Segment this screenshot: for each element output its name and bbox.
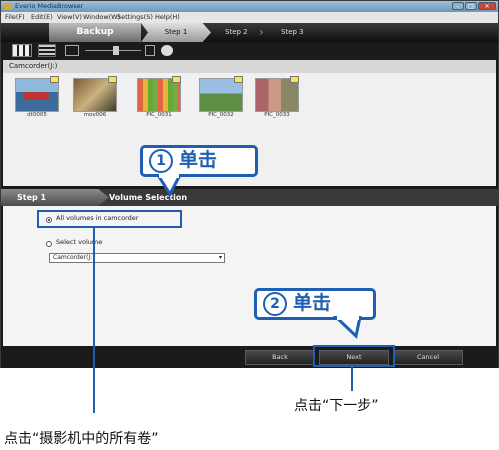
step-number-1: 1 — [149, 148, 173, 173]
maximize-button[interactable]: □ — [465, 2, 477, 10]
select-volume-radio[interactable] — [46, 241, 52, 247]
page-title: Backup — [49, 23, 141, 42]
close-button[interactable]: ✕ — [478, 2, 496, 10]
window-title: Everio MediaBrowser — [15, 2, 84, 10]
instruction-all-volumes: 点击“摄影机中的所有卷” — [4, 431, 159, 447]
app-window: Everio MediaBrowser – □ ✕ File(F) Edit(E… — [0, 0, 499, 368]
chevron-down-icon: ▾ — [218, 254, 222, 261]
chevron-right-icon: › — [259, 25, 264, 39]
next-button-highlight — [313, 345, 395, 367]
thumbnail-caption: PIC_0032 — [208, 112, 234, 118]
step-header: Backup Step 1 Step 2 › Step 3 — [1, 23, 498, 42]
step-crumb-1: Step 1 — [141, 23, 211, 42]
grid-view-icon[interactable] — [12, 44, 32, 57]
menu-file[interactable]: File(F) — [5, 12, 25, 23]
list-view-icon[interactable] — [38, 44, 56, 57]
thumbnail-caption: PIC_0033 — [264, 112, 290, 118]
minimize-button[interactable]: – — [452, 2, 464, 10]
all-volumes-highlight — [37, 210, 182, 228]
step-label: Step 1 — [1, 189, 109, 206]
volume-dropdown[interactable]: Camcorder(J:) ▾ — [49, 253, 225, 263]
callout-1-text: 单击 — [179, 149, 218, 171]
thumbnail-large-icon[interactable] — [145, 45, 155, 56]
step-crumb-2: Step 2 — [225, 28, 248, 36]
preview-icon[interactable] — [161, 45, 173, 56]
callout-2-text: 单击 — [293, 292, 332, 314]
callout-click-1: 1 单击 — [140, 145, 258, 177]
menu-help[interactable]: Help(H) — [155, 12, 180, 23]
callout-1-pointer — [155, 174, 183, 197]
step-crumb-3: Step 3 — [281, 28, 304, 36]
menu-edit[interactable]: Edit(E) — [31, 12, 53, 23]
step-title-bar: Step 1 Volume Selection — [1, 189, 498, 206]
thumbnail-caption: mov006 — [83, 112, 107, 118]
leader-line-all-volumes — [93, 228, 95, 413]
menu-bar: File(F) Edit(E) View(V) Window(W) Settin… — [1, 12, 498, 23]
thumbnail-caption: dt0005 — [27, 112, 47, 118]
toolbar — [1, 42, 498, 60]
menu-settings[interactable]: Settings(S) — [117, 12, 153, 23]
app-icon — [4, 3, 12, 10]
thumbnail-caption: PIC_0031 — [146, 112, 172, 118]
panel-title: Camcorder(J:) — [3, 60, 496, 73]
select-volume-label[interactable]: Select volume — [56, 238, 102, 246]
step-number-2: 2 — [263, 291, 287, 316]
callout-2-pointer — [332, 316, 362, 339]
leader-line-next — [351, 367, 353, 391]
back-button[interactable]: Back — [245, 350, 315, 365]
menu-window[interactable]: Window(W) — [83, 12, 120, 23]
cancel-button[interactable]: Cancel — [393, 350, 463, 365]
zoom-slider-handle[interactable] — [113, 46, 119, 55]
title-bar: Everio MediaBrowser – □ ✕ — [1, 1, 498, 12]
thumbnail-small-icon[interactable] — [65, 45, 79, 56]
instruction-next: 点击“下一步” — [294, 398, 379, 414]
menu-view[interactable]: View(V) — [57, 12, 82, 23]
